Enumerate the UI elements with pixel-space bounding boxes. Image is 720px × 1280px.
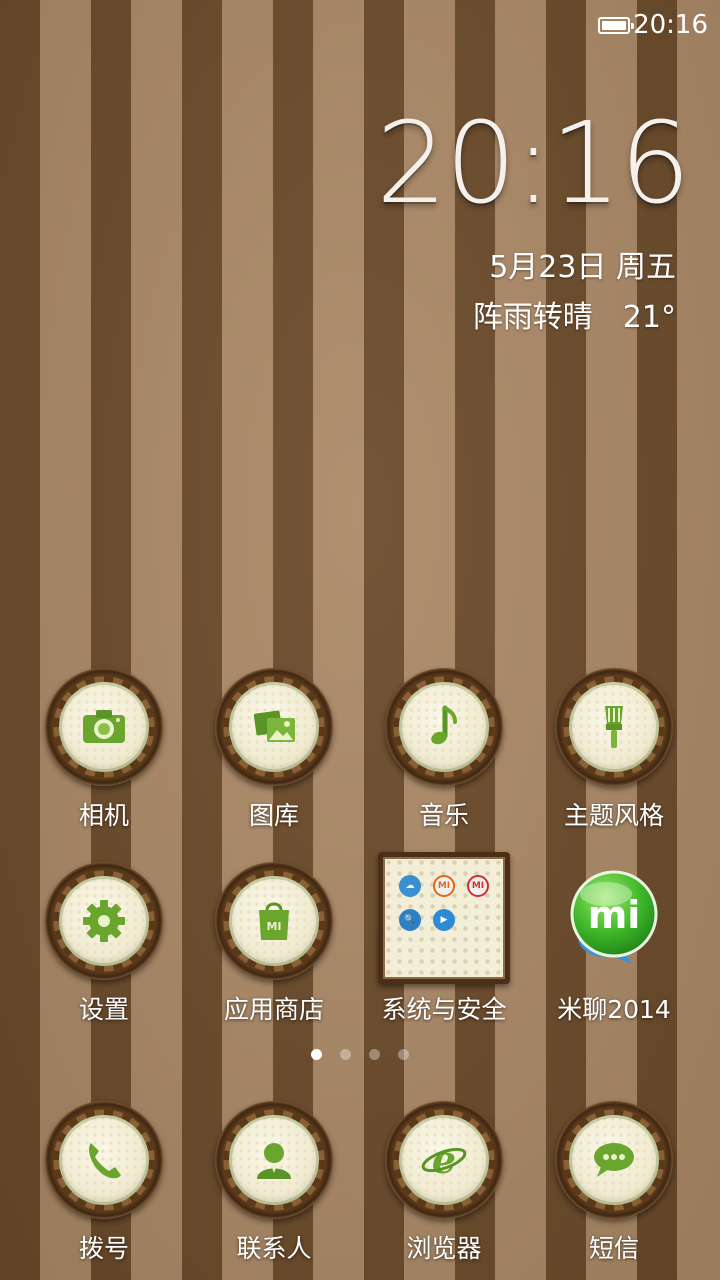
app-label: 米聊2014 <box>557 995 671 1024</box>
page-dot[interactable] <box>398 1049 409 1060</box>
badge-frame <box>45 862 163 980</box>
camera-icon <box>83 710 125 743</box>
contact-icon <box>257 1143 291 1179</box>
badge-frame <box>215 668 333 786</box>
app-label: 相机 <box>78 801 129 830</box>
svg-text:e: e <box>432 1137 456 1182</box>
folder-icon: ☁ MI MI 🔍 ▶ <box>378 852 510 984</box>
app-label: 联系人 <box>236 1234 312 1263</box>
browser-icon: e <box>421 1137 467 1182</box>
play-icon: ▶ <box>433 909 455 931</box>
badge-frame <box>555 668 673 786</box>
app-label: 系统与安全 <box>381 995 507 1024</box>
badge-frame: MI <box>215 862 333 980</box>
app-label: 短信 <box>588 1234 639 1263</box>
svg-text:MI: MI <box>266 920 281 933</box>
status-bar: 20:16 <box>0 0 720 54</box>
clock-widget[interactable]: 20:16 5月23日 周五 阵雨转晴 21° <box>376 99 691 336</box>
page-indicator[interactable] <box>0 1049 720 1061</box>
app-label: 图库 <box>248 801 299 830</box>
music-note-icon <box>431 705 457 745</box>
phone-icon <box>89 1143 121 1179</box>
app-label: 拨号 <box>78 1234 129 1263</box>
mi-icon: MI <box>433 875 455 897</box>
badge-frame <box>555 1101 673 1219</box>
page-dot[interactable] <box>369 1049 380 1060</box>
clock-date: 5月23日 周五 <box>489 250 676 285</box>
badge-frame <box>45 1101 163 1219</box>
clock-weather: 阵雨转晴 21° <box>472 300 676 335</box>
search-icon: 🔍 <box>399 909 421 931</box>
svg-text:mi: mi <box>588 893 641 937</box>
badge-frame <box>385 668 503 786</box>
shopping-bag-icon: MI <box>259 902 289 940</box>
mi-icon: MI <box>467 875 489 897</box>
gallery-icon <box>253 710 295 742</box>
app-label: 浏览器 <box>406 1234 482 1263</box>
badge-frame <box>215 1101 333 1219</box>
paintbrush-icon <box>605 706 623 748</box>
page-dot[interactable] <box>311 1049 322 1060</box>
clock-time: 20:16 <box>376 99 691 229</box>
app-label: 设置 <box>78 995 129 1024</box>
app-label: 主题风格 <box>563 801 664 830</box>
battery-full-icon <box>598 17 634 34</box>
app-label: 应用商店 <box>223 995 324 1024</box>
app-label: 音乐 <box>418 801 469 830</box>
cloud-icon: ☁ <box>399 875 421 897</box>
mi-chat-icon: mi <box>570 870 658 964</box>
badge-frame <box>45 668 163 786</box>
badge-frame: e <box>385 1101 503 1219</box>
message-icon <box>594 1143 634 1177</box>
gear-icon <box>83 900 125 942</box>
page-dot[interactable] <box>340 1049 351 1060</box>
status-time: 20:16 <box>633 10 708 40</box>
